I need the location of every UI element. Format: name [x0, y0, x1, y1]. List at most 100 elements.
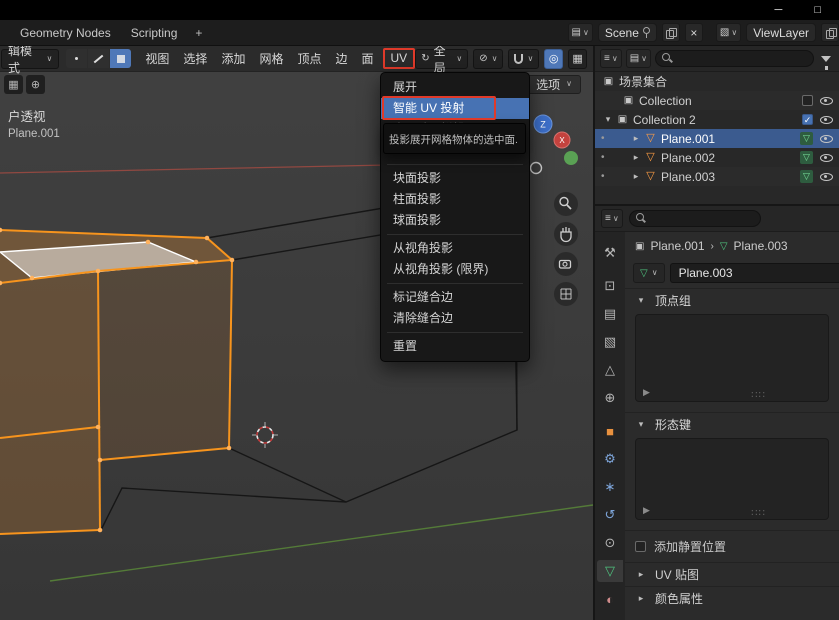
- tab-output[interactable]: ▤: [597, 303, 623, 325]
- pan-button[interactable]: [554, 222, 578, 246]
- overlays-button[interactable]: ▦: [568, 49, 587, 69]
- viewlayer-selector[interactable]: ViewLayer: [746, 23, 816, 42]
- minimize-icon[interactable]: ─: [775, 4, 783, 16]
- menu-item-unwrap[interactable]: 展开: [381, 77, 529, 98]
- filter-icon[interactable]: [821, 56, 831, 62]
- properties-search[interactable]: [629, 210, 761, 227]
- axis-gizmo[interactable]: Z X: [531, 115, 579, 174]
- search-input[interactable]: [677, 53, 807, 65]
- tab-scene[interactable]: △: [597, 359, 623, 381]
- display-mode-button[interactable]: ▤ ∨: [626, 49, 651, 68]
- breadcrumb-data[interactable]: Plane.003: [734, 239, 788, 253]
- options-button[interactable]: 选项 ∨: [527, 75, 581, 94]
- menu-mesh[interactable]: 网格: [252, 47, 290, 71]
- snap-selector[interactable]: ∨: [508, 49, 539, 69]
- tab-particles[interactable]: ∗: [597, 476, 623, 498]
- menu-item-reset[interactable]: 重置: [381, 336, 529, 357]
- menu-item-smart-uv-project[interactable]: 智能 UV 投射: [381, 98, 529, 119]
- tab-physics[interactable]: ↺: [597, 504, 623, 526]
- scene-browse-button[interactable]: ▤ ∨: [568, 23, 593, 42]
- rest-position-checkbox[interactable]: [635, 541, 646, 552]
- maximize-icon[interactable]: □: [814, 4, 821, 16]
- editor-type-button[interactable]: ≡ ∨: [601, 209, 623, 228]
- gizmo-y-axis[interactable]: [564, 151, 578, 165]
- mode-selector[interactable]: 辑模式 ∨: [1, 49, 59, 69]
- visibility-eye-icon[interactable]: [820, 95, 833, 107]
- visibility-eye-icon[interactable]: [820, 133, 833, 145]
- menu-uv-annotated[interactable]: UV: [383, 48, 416, 69]
- menu-item-cylinder-projection[interactable]: 柱面投影: [381, 189, 529, 210]
- collection-checkbox[interactable]: [802, 95, 813, 106]
- add-workspace-button[interactable]: +: [187, 24, 210, 42]
- tab-view-layer[interactable]: ▧: [597, 331, 623, 353]
- tab-material[interactable]: ◐: [597, 588, 623, 610]
- outliner-row-plane-002[interactable]: • ▸ ▽ Plane.002 ▽: [595, 148, 839, 167]
- disclosure-open-icon[interactable]: ▾: [601, 114, 615, 125]
- menu-item-sphere-projection[interactable]: 球面投影: [381, 210, 529, 231]
- disclosure-closed-icon[interactable]: ▸: [629, 171, 643, 182]
- cursor-tool-button[interactable]: ⊕: [26, 75, 45, 94]
- outliner-row-collection-2[interactable]: ▾ ▣ Collection 2 ✓: [595, 110, 839, 129]
- disclosure-closed-icon[interactable]: ▸: [629, 133, 643, 144]
- visibility-eye-icon[interactable]: [820, 152, 833, 164]
- visibility-eye-icon[interactable]: [820, 114, 833, 126]
- edge-select-button[interactable]: [88, 49, 109, 68]
- disclosure-closed-icon[interactable]: ▸: [629, 152, 643, 163]
- workspace-tab-geometry-nodes[interactable]: Geometry Nodes: [10, 22, 121, 44]
- mesh-data-icon[interactable]: ▽: [800, 151, 813, 164]
- outliner-row-collection[interactable]: ▣ Collection: [595, 91, 839, 110]
- visibility-eye-icon[interactable]: [820, 171, 833, 183]
- viewlayer-copy-button[interactable]: [821, 23, 839, 42]
- menu-item-clear-seam[interactable]: 清除缝合边: [381, 308, 529, 329]
- resize-grip[interactable]: ∷∷: [751, 508, 766, 519]
- menu-view[interactable]: 视图: [138, 47, 176, 71]
- editor-type-button[interactable]: ≡ ∨: [600, 49, 622, 68]
- outliner-row-plane-003[interactable]: • ▸ ▽ Plane.003 ▽: [595, 167, 839, 186]
- box-select-tool-button[interactable]: ▦: [4, 75, 23, 94]
- menu-edge[interactable]: 边: [328, 47, 354, 71]
- pin-icon[interactable]: [643, 27, 650, 38]
- menu-item-cube-projection[interactable]: 块面投影: [381, 168, 529, 189]
- menu-item-project-from-view-bounds[interactable]: 从视角投影 (限界): [381, 259, 529, 280]
- expand-icon[interactable]: ▶: [643, 387, 650, 398]
- tab-render[interactable]: ⊡: [597, 275, 623, 297]
- shape-keys-panel-header[interactable]: ▾ 形态键: [625, 412, 839, 436]
- uv-maps-panel-header[interactable]: ▸ UV 贴图: [625, 562, 839, 586]
- tab-world[interactable]: ⊕: [597, 387, 623, 409]
- color-attributes-panel-header[interactable]: ▸ 颜色属性: [625, 586, 839, 610]
- scene-copy-button[interactable]: [662, 23, 680, 42]
- data-type-button[interactable]: ▽ ∨: [633, 263, 665, 283]
- expand-icon[interactable]: ▶: [643, 505, 650, 516]
- pivot-point-selector[interactable]: ⊘ ∨: [473, 49, 503, 69]
- face-select-button[interactable]: [110, 49, 131, 68]
- viewlayer-browse-button[interactable]: ▧ ∨: [716, 23, 741, 42]
- workspace-tab-scripting[interactable]: Scripting: [121, 22, 188, 44]
- tab-tool[interactable]: ⚒: [597, 242, 623, 264]
- vertex-select-button[interactable]: [66, 49, 87, 68]
- menu-item-mark-seam[interactable]: 标记缝合边: [381, 287, 529, 308]
- menu-select[interactable]: 选择: [176, 47, 214, 71]
- tab-object[interactable]: ■: [597, 420, 623, 442]
- outliner-search[interactable]: [655, 50, 814, 67]
- mesh-data-icon[interactable]: ▽: [800, 170, 813, 183]
- tab-object-data[interactable]: ▽: [597, 560, 623, 582]
- transform-orientation-selector[interactable]: ↻ 全局 ∨: [415, 49, 468, 69]
- menu-item-project-from-view[interactable]: 从视角投影: [381, 238, 529, 259]
- scene-delete-button[interactable]: ×: [685, 23, 703, 42]
- tab-constraints[interactable]: ⊙: [597, 532, 623, 554]
- scene-selector[interactable]: Scene: [598, 23, 657, 42]
- breadcrumb-object[interactable]: Plane.001: [650, 239, 704, 253]
- camera-view-button[interactable]: [554, 252, 578, 276]
- data-name-field[interactable]: Plane.003: [670, 263, 839, 283]
- menu-add[interactable]: 添加: [214, 47, 252, 71]
- menu-face[interactable]: 面: [355, 47, 381, 71]
- tab-modifiers[interactable]: ⚙: [597, 448, 623, 470]
- shape-keys-list[interactable]: ▶ ∷∷: [635, 438, 829, 520]
- vertex-groups-list[interactable]: ▶ ∷∷: [635, 314, 829, 402]
- vertex-groups-panel-header[interactable]: ▾ 顶点组: [625, 288, 839, 312]
- menu-vertex[interactable]: 顶点: [290, 47, 328, 71]
- ortho-toggle-button[interactable]: [554, 282, 578, 306]
- mesh-data-icon[interactable]: ▽: [800, 132, 813, 145]
- outliner-row-plane-001[interactable]: • ▸ ▽ Plane.001 ▽: [595, 129, 839, 148]
- proportional-edit-button[interactable]: ◎: [544, 49, 563, 69]
